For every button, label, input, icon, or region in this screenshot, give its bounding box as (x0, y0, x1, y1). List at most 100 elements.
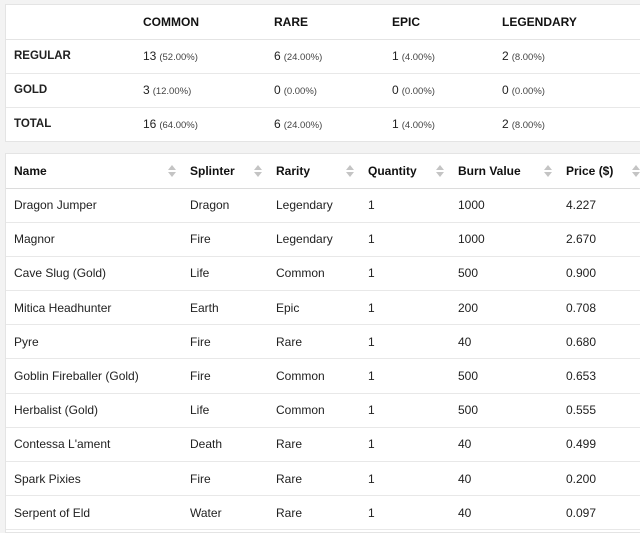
card-price-cell: 0.653 (558, 358, 640, 394)
card-splinter-cell: Fire (182, 461, 268, 497)
rarity-summary-panel: COMMON RARE EPIC LEGENDARY REGULAR 13 (52.… (5, 4, 640, 142)
sort-arrows-icon[interactable] (544, 165, 552, 177)
sort-arrows-icon[interactable] (632, 165, 640, 177)
summary-row-regular: REGULAR 13 (52.00%) 6 (24.00%) 1 (4.00%) 2 (8.00… (6, 39, 640, 74)
card-burn-value-cell: 500 (450, 256, 558, 292)
card-name-cell: Mitica Headhunter (6, 290, 182, 326)
card-splinter-cell: Death (182, 427, 268, 463)
card-burn-value-cell: 1000 (450, 188, 558, 223)
summary-percentage: (0.00%) (401, 86, 435, 97)
summary-cell: 1 (4.00%) (384, 39, 494, 74)
column-header-label: Price ($) (566, 163, 614, 178)
column-header-name[interactable]: Name (6, 154, 182, 189)
column-header-label: Burn Value (458, 163, 521, 178)
summary-header-epic: EPIC (384, 5, 494, 40)
summary-percentage: (0.00%) (511, 86, 545, 97)
summary-cell: 6 (24.00%) (266, 39, 384, 74)
table-row[interactable]: Pyre Fire Rare 1 40 0.680 (6, 324, 640, 360)
card-price-cell: 4.227 (558, 188, 640, 223)
summary-percentage: (0.00%) (283, 86, 317, 97)
card-splinter-cell: Life (182, 256, 268, 292)
summary-count: 6 (274, 117, 281, 132)
summary-percentage: (64.00%) (159, 120, 198, 132)
card-quantity-cell: 1 (360, 427, 450, 463)
card-price-cell: 2.670 (558, 222, 640, 257)
column-header-rarity[interactable]: Rarity (268, 154, 360, 189)
card-rarity-cell: Common (268, 358, 360, 394)
table-row[interactable]: Goblin Fireballer (Gold) Fire Common 1 500 0.… (6, 358, 640, 394)
card-quantity-cell: 1 (360, 461, 450, 497)
cards-panel: Name Splinter Rarity Quantity Burn Value… (5, 153, 640, 533)
summary-header-common: COMMON (135, 5, 266, 40)
summary-count: 13 (143, 49, 157, 63)
summary-cell: 1 (4.00%) (384, 107, 494, 141)
table-row[interactable]: Cave Slug (Gold) Life Common 1 500 0.900 (6, 256, 640, 292)
table-row[interactable]: Mitica Headhunter Earth Epic 1 200 0.708 (6, 290, 640, 326)
summary-row-label: REGULAR (6, 39, 135, 74)
card-name-cell: Pyre (6, 324, 182, 360)
summary-count: 2 (502, 49, 509, 63)
summary-count: 2 (502, 117, 509, 132)
card-quantity-cell: 1 (360, 393, 450, 428)
summary-count: 0 (392, 83, 399, 97)
summary-count: 1 (392, 49, 399, 63)
card-burn-value-cell: 1000 (450, 222, 558, 257)
table-row[interactable]: Spark Pixies Fire Rare 1 40 0.200 (6, 461, 640, 497)
column-header-burn-value[interactable]: Burn Value (450, 154, 558, 189)
summary-row-total: TOTAL 16 (64.00%) 6 (24.00%) 1 (4.00%) 2 (8.00%) (6, 107, 640, 141)
card-price-cell: 0.708 (558, 290, 640, 326)
summary-count: 3 (143, 83, 150, 97)
card-rarity-cell: Epic (268, 290, 360, 326)
summary-count: 0 (502, 83, 509, 97)
sort-arrows-icon[interactable] (254, 165, 262, 177)
card-rarity-cell: Rare (268, 461, 360, 497)
cards-header-row: Name Splinter Rarity Quantity Burn Value… (6, 154, 640, 189)
summary-cell: 2 (8.00%) (494, 107, 640, 141)
card-price-cell: 0.555 (558, 393, 640, 428)
column-header-label: Splinter (190, 163, 235, 178)
column-header-splinter[interactable]: Splinter (182, 154, 268, 189)
card-name-cell: Contessa L'ament (6, 427, 182, 463)
summary-cell: 16 (64.00%) (135, 107, 266, 141)
card-splinter-cell: Fire (182, 222, 268, 257)
sort-arrows-icon[interactable] (168, 165, 176, 177)
summary-percentage: (24.00%) (283, 120, 323, 132)
card-name-cell: Cave Slug (Gold) (6, 256, 182, 292)
card-splinter-cell: Earth (182, 290, 268, 326)
table-row[interactable]: Magnor Fire Legendary 1 1000 2.670 (6, 222, 640, 257)
card-quantity-cell: 1 (360, 222, 450, 257)
column-header-label: Name (14, 163, 47, 178)
card-burn-value-cell: 200 (450, 290, 558, 326)
card-rarity-cell: Rare (268, 324, 360, 360)
summary-cell: 0 (0.00%) (494, 73, 640, 108)
card-quantity-cell: 1 (360, 290, 450, 326)
cards-table: Name Splinter Rarity Quantity Burn Value… (6, 154, 640, 531)
card-rarity-cell: Common (268, 393, 360, 428)
card-rarity-cell: Rare (268, 427, 360, 463)
summary-cell: 2 (8.00%) (494, 39, 640, 74)
table-row[interactable]: Herbalist (Gold) Life Common 1 500 0.555 (6, 393, 640, 428)
summary-count: 0 (274, 83, 281, 97)
summary-count: 1 (392, 117, 399, 132)
column-header-quantity[interactable]: Quantity (360, 154, 450, 189)
summary-percentage: (24.00%) (283, 52, 323, 63)
summary-percentage: (12.00%) (152, 86, 192, 97)
column-header-price[interactable]: Price ($) (558, 154, 640, 189)
card-price-cell: 0.200 (558, 461, 640, 497)
card-rarity-cell: Legendary (268, 222, 360, 257)
summary-cell: 0 (0.00%) (384, 73, 494, 108)
column-header-label: Quantity (368, 163, 417, 178)
sort-arrows-icon[interactable] (436, 165, 444, 177)
card-quantity-cell: 1 (360, 188, 450, 223)
card-splinter-cell: Dragon (182, 188, 268, 223)
card-price-cell: 0.499 (558, 427, 640, 463)
sort-arrows-icon[interactable] (346, 165, 354, 177)
card-price-cell: 0.680 (558, 324, 640, 360)
table-row[interactable]: Contessa L'ament Death Rare 1 40 0.499 (6, 427, 640, 463)
table-row[interactable]: Dragon Jumper Dragon Legendary 1 1000 4.227 (6, 188, 640, 223)
summary-percentage: (52.00%) (159, 52, 198, 63)
card-burn-value-cell: 40 (450, 461, 558, 497)
summary-row-label: TOTAL (14, 118, 52, 131)
column-header-label: Rarity (276, 163, 311, 178)
card-quantity-cell: 1 (360, 324, 450, 360)
